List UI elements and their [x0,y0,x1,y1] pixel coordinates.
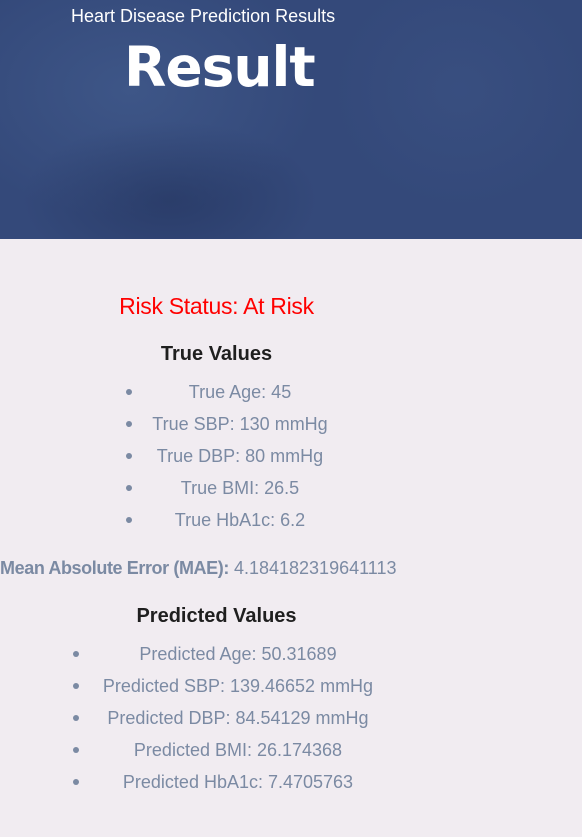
list-item: True SBP: 130 mmHg [126,413,342,445]
page-subtitle: Heart Disease Prediction Results [71,6,336,26]
true-values-list: True Age: 45 True SBP: 130 mmHg True DBP… [126,381,342,541]
bullet-icon [73,715,79,721]
predicted-sbp: Predicted SBP: 139.46652 mmHg [102,676,374,696]
bullet-icon [73,683,79,689]
bullet-icon [126,517,132,523]
bullet-icon [73,779,79,785]
list-item: Predicted Age: 50.31689 [73,643,393,675]
predicted-values-heading: Predicted Values [136,605,297,627]
mae-value: 4.184182319641113 [233,558,397,578]
mae-label: Mean Absolute Error (MAE): [0,558,229,578]
list-item: Predicted HbA1c: 7.4705763 [73,771,393,803]
true-age: True Age: 45 [188,382,292,402]
bullet-icon [73,747,79,753]
list-item: True BMI: 26.5 [126,477,342,509]
true-bmi: True BMI: 26.5 [180,478,300,498]
risk-status: Risk Status: At Risk [119,293,314,319]
list-item: Predicted BMI: 26.174368 [73,739,393,771]
true-dbp: True DBP: 80 mmHg [156,446,324,466]
hero-background-shape [330,0,582,210]
list-item: True DBP: 80 mmHg [126,445,342,477]
list-item: True Age: 45 [126,381,342,413]
predicted-bmi: Predicted BMI: 26.174368 [133,740,343,760]
predicted-age: Predicted Age: 50.31689 [139,644,337,664]
mae-line: Mean Absolute Error (MAE): 4.18418231964… [0,558,396,579]
bullet-icon [126,453,132,459]
predicted-values-list: Predicted Age: 50.31689 Predicted SBP: 1… [73,643,393,803]
bullet-icon [126,421,132,427]
list-item: Predicted SBP: 139.46652 mmHg [73,675,393,707]
bullet-icon [126,485,132,491]
hero-banner: Heart Disease Prediction Results Result [0,0,582,239]
true-values-heading: True Values [160,343,273,365]
list-item: True HbA1c: 6.2 [126,509,342,541]
list-item: Predicted DBP: 84.54129 mmHg [73,707,393,739]
predicted-hba1c: Predicted HbA1c: 7.4705763 [122,772,354,792]
bullet-icon [126,389,132,395]
bullet-icon [73,651,79,657]
true-sbp: True SBP: 130 mmHg [152,414,328,434]
page-title: Result [124,35,316,99]
true-hba1c: True HbA1c: 6.2 [174,510,306,530]
predicted-dbp: Predicted DBP: 84.54129 mmHg [107,708,369,728]
